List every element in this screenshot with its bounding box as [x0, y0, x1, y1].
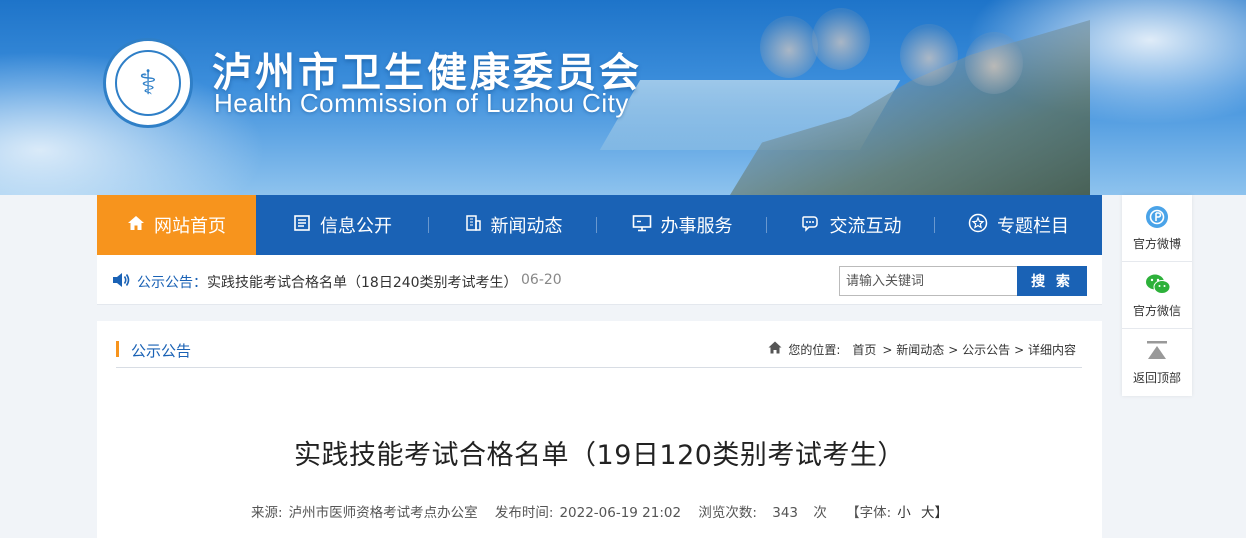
nav-item-info[interactable]: 信息公开 — [256, 195, 429, 255]
nav-item-label: 专题栏目 — [997, 216, 1069, 237]
speaker-icon — [111, 271, 131, 293]
article-panel: 公示公告 您的位置: 首页 > 新闻动态 > 公示公告 > 详细内容 实践技能考… — [97, 321, 1102, 538]
publish-label: 发布时间: — [494, 505, 554, 521]
notice-link[interactable]: 实践技能考试合格名单（18日240类别考试考生） — [207, 272, 518, 292]
main-nav: 网站首页 信息公开 新闻动态 办事服务 交流互动 专题栏目 — [97, 195, 1102, 255]
publish-time: 2022-06-19 21:02 — [559, 505, 682, 521]
nav-item-label: 新闻动态 — [490, 216, 563, 237]
breadcrumb-home[interactable]: 首页 — [852, 341, 876, 358]
nav-item-label: 信息公开 — [320, 216, 392, 237]
nav-item-label: 交流互动 — [829, 216, 902, 237]
weibo-icon — [1145, 205, 1169, 229]
wechat-icon — [1145, 272, 1171, 296]
column-title: 公示公告 — [131, 342, 192, 360]
views-unit: 次 — [813, 505, 827, 521]
source-value: 泸州市医师资格考试考点办公室 — [288, 505, 478, 521]
breadcrumb-current: > 详细内容 — [1014, 343, 1076, 357]
nav-item-news[interactable]: 新闻动态 — [429, 195, 597, 255]
building-icon — [464, 214, 482, 236]
side-toolbar: 官方微博 官方微信 返回顶部 — [1122, 195, 1192, 396]
site-logo[interactable]: ⚕ — [103, 38, 193, 128]
views-count: 343 — [772, 505, 799, 521]
back-to-top-label: 返回顶部 — [1132, 371, 1181, 385]
notice-bar: 公示公告： 实践技能考试合格名单（18日240类别考试考生） 06-20 搜 索 — [97, 255, 1102, 305]
article-title: 实践技能考试合格名单（19日120类别考试考生） — [294, 440, 905, 471]
notice-label: 公示公告： — [137, 275, 207, 291]
wechat-link[interactable]: 官方微信 — [1122, 262, 1192, 329]
nav-item-topics[interactable]: 专题栏目 — [935, 195, 1102, 255]
wechat-label: 官方微信 — [1132, 304, 1181, 318]
chat-icon — [801, 214, 821, 236]
font-large-button[interactable]: 大】 — [921, 505, 948, 521]
breadcrumb-prefix: 您的位置: — [788, 343, 841, 357]
caduceus-icon: ⚕ — [115, 50, 181, 116]
nav-item-home[interactable]: 网站首页 — [97, 195, 256, 255]
nav-item-label: 网站首页 — [154, 216, 226, 237]
article-meta: 来源: 泸州市医师资格考试考点办公室 发布时间: 2022-06-19 21:02 … — [97, 501, 1102, 521]
breadcrumb: 您的位置: 首页 > 新闻动态 > 公示公告 > 详细内容 — [768, 341, 1080, 358]
notice-date: 06-20 — [521, 272, 562, 288]
breadcrumb-news[interactable]: > 新闻动态 — [882, 341, 944, 358]
weibo-label: 官方微博 — [1132, 237, 1181, 251]
views-label: 浏览次数: — [698, 505, 757, 521]
nav-item-interaction[interactable]: 交流互动 — [767, 195, 935, 255]
site-subtitle: Health Commission of Luzhou City — [214, 88, 629, 118]
search-button[interactable]: 搜 索 — [1017, 266, 1087, 296]
home-icon — [127, 215, 145, 235]
search-input[interactable] — [839, 266, 1017, 296]
back-to-top-icon — [1145, 339, 1169, 363]
star-icon — [968, 213, 988, 237]
font-small-button[interactable]: 小 — [897, 505, 911, 521]
divider — [116, 367, 1082, 368]
header-banner: ⚕ 泸州市卫生健康委员会 Health Commission of Luzhou… — [0, 0, 1246, 195]
font-size-label: 【字体: — [846, 505, 892, 521]
breadcrumb-notices[interactable]: > 公示公告 — [948, 341, 1010, 358]
home-icon — [768, 341, 782, 358]
source-label: 来源: — [251, 505, 283, 521]
document-icon — [293, 214, 311, 236]
nav-item-services[interactable]: 办事服务 — [597, 195, 767, 255]
weibo-link[interactable]: 官方微博 — [1122, 195, 1192, 262]
column-accent-bar — [116, 341, 119, 357]
monitor-icon — [632, 214, 652, 236]
nav-item-label: 办事服务 — [660, 216, 733, 237]
back-to-top-button[interactable]: 返回顶部 — [1122, 329, 1192, 396]
